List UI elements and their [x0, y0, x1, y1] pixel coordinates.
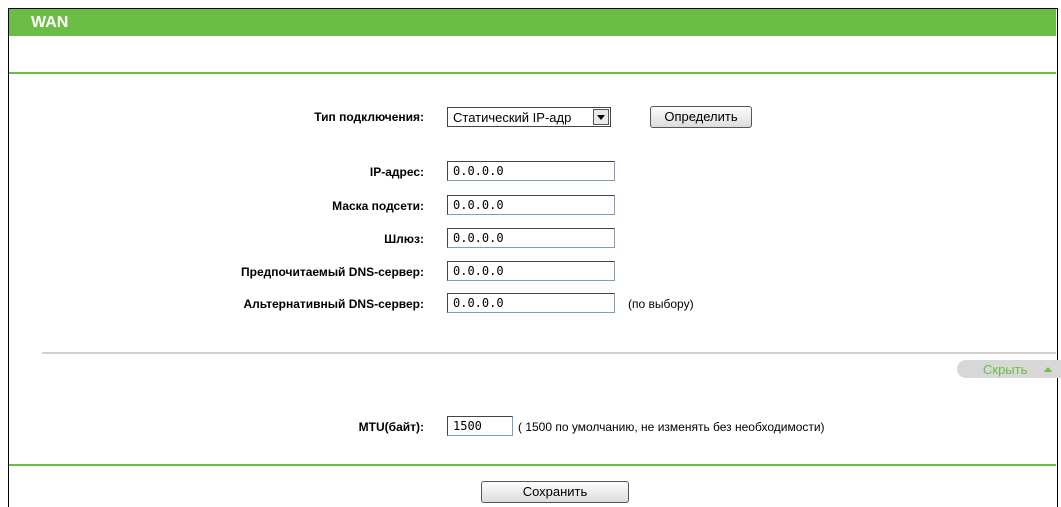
primary-dns-label: Предпочитаемый DNS-сервер: — [241, 265, 424, 279]
secondary-dns-optional-note: (по выбору) — [628, 297, 694, 311]
section-header: WAN — [9, 9, 1056, 36]
mtu-input[interactable]: 1500 — [447, 416, 513, 436]
connection-type-value: Статический IP-адр — [453, 110, 572, 125]
advanced-divider — [42, 352, 1056, 354]
secondary-dns-input[interactable]: 0.0.0.0 — [447, 293, 615, 313]
connection-type-label: Тип подключения: — [314, 110, 424, 124]
detect-button[interactable]: Определить — [650, 106, 752, 128]
section-title: WAN — [31, 14, 69, 31]
hide-advanced-label: Скрыть — [983, 362, 1028, 377]
secondary-dns-label: Альтернативный DNS-сервер: — [243, 297, 424, 311]
chevron-up-icon — [1044, 367, 1052, 372]
hide-advanced-toggle[interactable]: Скрыть — [957, 360, 1061, 378]
connection-type-select[interactable]: Статический IP-адр — [447, 107, 611, 127]
gateway-label: Шлюз: — [384, 232, 424, 246]
ip-address-input[interactable]: 0.0.0.0 — [447, 161, 615, 181]
subnet-mask-input[interactable]: 0.0.0.0 — [447, 195, 615, 215]
footer-divider — [9, 464, 1056, 466]
header-divider — [9, 72, 1056, 74]
subnet-mask-label: Маска подсети: — [332, 199, 424, 213]
gateway-input[interactable]: 0.0.0.0 — [447, 228, 615, 248]
chevron-down-icon[interactable] — [593, 109, 609, 125]
mtu-label: MTU(байт): — [358, 420, 424, 434]
ip-address-label: IP-адрес: — [369, 165, 424, 179]
primary-dns-input[interactable]: 0.0.0.0 — [447, 261, 615, 281]
mtu-note: ( 1500 по умолчанию, не изменять без нео… — [518, 420, 825, 434]
save-button[interactable]: Сохранить — [481, 481, 629, 503]
